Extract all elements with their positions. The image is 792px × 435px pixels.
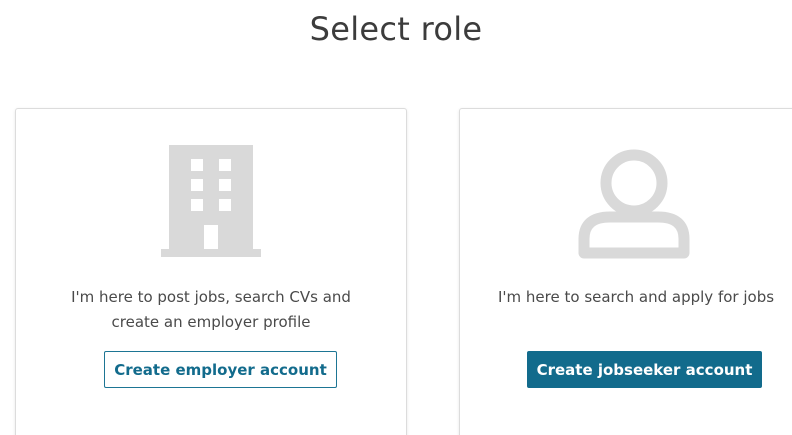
jobseeker-role-card[interactable]: I'm here to search and apply for jobs Cr… [459, 108, 792, 435]
employer-role-card[interactable]: I'm here to post jobs, search CVs and cr… [15, 108, 407, 435]
select-role-page: Select role I'm here to post jobs, searc… [0, 0, 792, 435]
create-jobseeker-account-button[interactable]: Create jobseeker account [527, 351, 762, 388]
page-title: Select role [309, 10, 483, 48]
user-icon-wrapper [460, 147, 792, 261]
building-icon-wrapper [16, 145, 406, 259]
jobseeker-description: I'm here to search and apply for jobs [498, 288, 775, 306]
employer-description-line2: create an employer profile [111, 313, 311, 331]
employer-description-line1: I'm here to post jobs, search CVs and [71, 288, 351, 306]
employer-description: I'm here to post jobs, search CVs and cr… [16, 285, 406, 335]
building-icon [161, 145, 261, 257]
create-employer-account-button[interactable]: Create employer account [104, 351, 337, 388]
user-icon [578, 149, 690, 259]
